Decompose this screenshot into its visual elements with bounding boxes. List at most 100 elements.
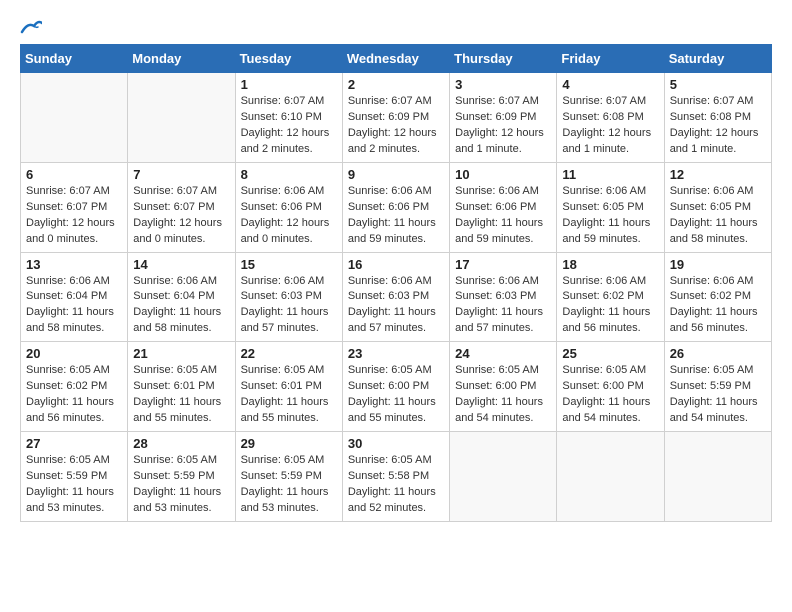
day-number: 3 bbox=[455, 77, 551, 92]
day-number: 15 bbox=[241, 257, 337, 272]
calendar-cell: 21 Sunrise: 6:05 AM Sunset: 6:01 PM Dayli… bbox=[128, 342, 235, 432]
day-number: 13 bbox=[26, 257, 122, 272]
day-info: Sunrise: 6:05 AM Sunset: 5:59 PM Dayligh… bbox=[26, 453, 122, 517]
day-info: Sunrise: 6:06 AM Sunset: 6:06 PM Dayligh… bbox=[455, 184, 551, 248]
calendar-cell: 30 Sunrise: 6:05 AM Sunset: 5:58 PM Dayli… bbox=[342, 432, 449, 522]
calendar-week-2: 6 Sunrise: 6:07 AM Sunset: 6:07 PM Daylig… bbox=[21, 162, 772, 252]
logo-bird-icon bbox=[20, 18, 42, 36]
calendar-week-5: 27 Sunrise: 6:05 AM Sunset: 5:59 PM Dayli… bbox=[21, 432, 772, 522]
day-number: 12 bbox=[670, 167, 766, 182]
day-info: Sunrise: 6:06 AM Sunset: 6:04 PM Dayligh… bbox=[26, 274, 122, 338]
calendar-cell: 8 Sunrise: 6:06 AM Sunset: 6:06 PM Daylig… bbox=[235, 162, 342, 252]
day-number: 25 bbox=[562, 346, 658, 361]
day-number: 14 bbox=[133, 257, 229, 272]
day-number: 17 bbox=[455, 257, 551, 272]
col-header-thursday: Thursday bbox=[450, 45, 557, 73]
day-info: Sunrise: 6:07 AM Sunset: 6:08 PM Dayligh… bbox=[670, 94, 766, 158]
calendar-cell: 26 Sunrise: 6:05 AM Sunset: 5:59 PM Dayli… bbox=[664, 342, 771, 432]
day-info: Sunrise: 6:05 AM Sunset: 5:59 PM Dayligh… bbox=[241, 453, 337, 517]
day-number: 30 bbox=[348, 436, 444, 451]
day-info: Sunrise: 6:07 AM Sunset: 6:10 PM Dayligh… bbox=[241, 94, 337, 158]
calendar-cell: 27 Sunrise: 6:05 AM Sunset: 5:59 PM Dayli… bbox=[21, 432, 128, 522]
calendar-cell: 29 Sunrise: 6:05 AM Sunset: 5:59 PM Dayli… bbox=[235, 432, 342, 522]
day-number: 8 bbox=[241, 167, 337, 182]
day-number: 11 bbox=[562, 167, 658, 182]
calendar-cell: 5 Sunrise: 6:07 AM Sunset: 6:08 PM Daylig… bbox=[664, 73, 771, 163]
calendar-cell: 11 Sunrise: 6:06 AM Sunset: 6:05 PM Dayli… bbox=[557, 162, 664, 252]
calendar-cell: 28 Sunrise: 6:05 AM Sunset: 5:59 PM Dayli… bbox=[128, 432, 235, 522]
calendar-week-4: 20Sunrise: 6:05 AM Sunset: 6:02 PM Dayli… bbox=[21, 342, 772, 432]
col-header-sunday: Sunday bbox=[21, 45, 128, 73]
calendar-week-3: 13 Sunrise: 6:06 AM Sunset: 6:04 PM Dayli… bbox=[21, 252, 772, 342]
calendar-cell bbox=[128, 73, 235, 163]
day-info: Sunrise: 6:07 AM Sunset: 6:07 PM Dayligh… bbox=[26, 184, 122, 248]
calendar-cell bbox=[664, 432, 771, 522]
day-info: Sunrise: 6:05 AM Sunset: 6:01 PM Dayligh… bbox=[133, 363, 229, 427]
calendar-cell: 3 Sunrise: 6:07 AM Sunset: 6:09 PM Daylig… bbox=[450, 73, 557, 163]
calendar-cell: 12 Sunrise: 6:06 AM Sunset: 6:05 PM Dayli… bbox=[664, 162, 771, 252]
calendar-cell bbox=[21, 73, 128, 163]
day-info: Sunrise: 6:05 AM Sunset: 6:00 PM Dayligh… bbox=[348, 363, 444, 427]
col-header-monday: Monday bbox=[128, 45, 235, 73]
calendar-cell: 13 Sunrise: 6:06 AM Sunset: 6:04 PM Dayli… bbox=[21, 252, 128, 342]
day-info: Sunrise: 6:05 AM Sunset: 5:59 PM Dayligh… bbox=[133, 453, 229, 517]
day-info: Sunrise: 6:06 AM Sunset: 6:02 PM Dayligh… bbox=[670, 274, 766, 338]
day-number: 5 bbox=[670, 77, 766, 92]
calendar-cell: 6 Sunrise: 6:07 AM Sunset: 6:07 PM Daylig… bbox=[21, 162, 128, 252]
day-number: 29 bbox=[241, 436, 337, 451]
day-info: Sunrise: 6:05 AM Sunset: 5:58 PM Dayligh… bbox=[348, 453, 444, 517]
day-number: 6 bbox=[26, 167, 122, 182]
calendar-cell: 15 Sunrise: 6:06 AM Sunset: 6:03 PM Dayli… bbox=[235, 252, 342, 342]
day-info: Sunrise: 6:06 AM Sunset: 6:03 PM Dayligh… bbox=[241, 274, 337, 338]
logo bbox=[20, 20, 42, 34]
day-info: Sunrise: 6:05 AM Sunset: 6:00 PM Dayligh… bbox=[562, 363, 658, 427]
day-info: Sunrise: 6:07 AM Sunset: 6:09 PM Dayligh… bbox=[455, 94, 551, 158]
day-number: 18 bbox=[562, 257, 658, 272]
day-info: Sunrise: 6:05 AM Sunset: 6:00 PM Dayligh… bbox=[455, 363, 551, 427]
day-number: 26 bbox=[670, 346, 766, 361]
col-header-friday: Friday bbox=[557, 45, 664, 73]
day-number: 9 bbox=[348, 167, 444, 182]
day-info: Sunrise: 6:06 AM Sunset: 6:05 PM Dayligh… bbox=[562, 184, 658, 248]
day-info: Sunrise: 6:06 AM Sunset: 6:05 PM Dayligh… bbox=[670, 184, 766, 248]
day-number: 28 bbox=[133, 436, 229, 451]
day-info: Sunrise: 6:05 AM Sunset: 5:59 PM Dayligh… bbox=[670, 363, 766, 427]
day-number: 21 bbox=[133, 346, 229, 361]
day-number: 2 bbox=[348, 77, 444, 92]
calendar-cell: 7Sunrise: 6:07 AM Sunset: 6:07 PM Daylig… bbox=[128, 162, 235, 252]
calendar-week-1: 1Sunrise: 6:07 AM Sunset: 6:10 PM Daylig… bbox=[21, 73, 772, 163]
calendar-cell bbox=[450, 432, 557, 522]
day-info: Sunrise: 6:06 AM Sunset: 6:04 PM Dayligh… bbox=[133, 274, 229, 338]
day-number: 19 bbox=[670, 257, 766, 272]
calendar-cell bbox=[557, 432, 664, 522]
day-info: Sunrise: 6:06 AM Sunset: 6:03 PM Dayligh… bbox=[348, 274, 444, 338]
day-info: Sunrise: 6:05 AM Sunset: 6:01 PM Dayligh… bbox=[241, 363, 337, 427]
calendar-cell: 17 Sunrise: 6:06 AM Sunset: 6:03 PM Dayli… bbox=[450, 252, 557, 342]
calendar-cell: 16 Sunrise: 6:06 AM Sunset: 6:03 PM Dayli… bbox=[342, 252, 449, 342]
col-header-tuesday: Tuesday bbox=[235, 45, 342, 73]
day-number: 16 bbox=[348, 257, 444, 272]
day-info: Sunrise: 6:06 AM Sunset: 6:06 PM Dayligh… bbox=[241, 184, 337, 248]
day-number: 27 bbox=[26, 436, 122, 451]
calendar-header-row: SundayMondayTuesdayWednesdayThursdayFrid… bbox=[21, 45, 772, 73]
day-info: Sunrise: 6:07 AM Sunset: 6:07 PM Dayligh… bbox=[133, 184, 229, 248]
day-info: Sunrise: 6:07 AM Sunset: 6:08 PM Dayligh… bbox=[562, 94, 658, 158]
calendar-cell: 19 Sunrise: 6:06 AM Sunset: 6:02 PM Dayli… bbox=[664, 252, 771, 342]
day-number: 22 bbox=[241, 346, 337, 361]
calendar-cell: 1Sunrise: 6:07 AM Sunset: 6:10 PM Daylig… bbox=[235, 73, 342, 163]
col-header-wednesday: Wednesday bbox=[342, 45, 449, 73]
calendar-cell: 4 Sunrise: 6:07 AM Sunset: 6:08 PM Daylig… bbox=[557, 73, 664, 163]
day-info: Sunrise: 6:06 AM Sunset: 6:06 PM Dayligh… bbox=[348, 184, 444, 248]
calendar-cell: 2Sunrise: 6:07 AM Sunset: 6:09 PM Daylig… bbox=[342, 73, 449, 163]
col-header-saturday: Saturday bbox=[664, 45, 771, 73]
calendar-cell: 22 Sunrise: 6:05 AM Sunset: 6:01 PM Dayli… bbox=[235, 342, 342, 432]
day-number: 4 bbox=[562, 77, 658, 92]
day-info: Sunrise: 6:06 AM Sunset: 6:02 PM Dayligh… bbox=[562, 274, 658, 338]
calendar-cell: 10Sunrise: 6:06 AM Sunset: 6:06 PM Dayli… bbox=[450, 162, 557, 252]
calendar-cell: 18 Sunrise: 6:06 AM Sunset: 6:02 PM Dayli… bbox=[557, 252, 664, 342]
calendar-table: SundayMondayTuesdayWednesdayThursdayFrid… bbox=[20, 44, 772, 522]
day-info: Sunrise: 6:06 AM Sunset: 6:03 PM Dayligh… bbox=[455, 274, 551, 338]
calendar-cell: 14 Sunrise: 6:06 AM Sunset: 6:04 PM Dayli… bbox=[128, 252, 235, 342]
calendar-cell: 23Sunrise: 6:05 AM Sunset: 6:00 PM Dayli… bbox=[342, 342, 449, 432]
calendar-cell: 25 Sunrise: 6:05 AM Sunset: 6:00 PM Dayli… bbox=[557, 342, 664, 432]
